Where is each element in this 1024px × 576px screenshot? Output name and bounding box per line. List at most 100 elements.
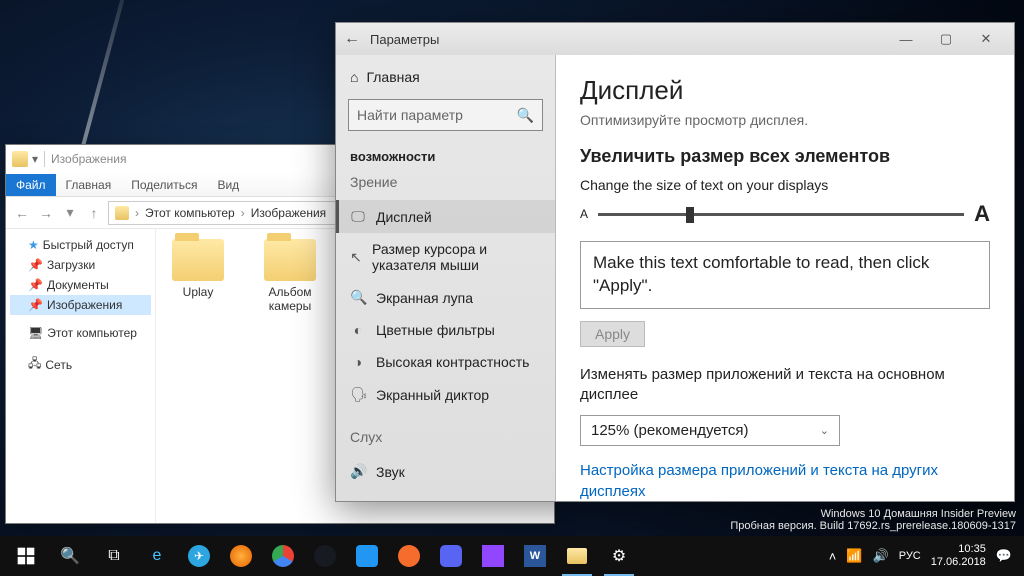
category-vision: Зрение	[336, 170, 555, 200]
search-placeholder: Найти параметр	[357, 107, 463, 123]
sidebar-pictures[interactable]: 📌Изображения	[10, 295, 151, 315]
taskbar-app-uplay[interactable]	[346, 536, 388, 576]
nav-back-icon[interactable]: ←	[12, 205, 32, 221]
windows-watermark: Windows 10 Домашняя Insider Preview Проб…	[730, 508, 1016, 532]
back-icon[interactable]: ←	[344, 30, 360, 48]
crumb-root[interactable]: Этот компьютер	[145, 206, 235, 220]
slider-thumb[interactable]	[686, 207, 694, 223]
nav-up-icon[interactable]: ↑	[84, 205, 104, 221]
scale-dropdown[interactable]: 125% (рекомендуется) ⌄	[580, 415, 840, 446]
edge-icon: e	[153, 547, 162, 565]
sidebar-this-pc[interactable]: 🖥Этот компьютер	[10, 323, 151, 343]
tab-share[interactable]: Поделиться	[121, 174, 207, 196]
monitor-icon: 🖵	[350, 208, 366, 225]
tray-up-icon[interactable]: ˄	[829, 549, 837, 564]
sidebar-home[interactable]: ⌂Главная	[336, 63, 555, 91]
taskbar-app-telegram[interactable]: ✈	[178, 536, 220, 576]
down-caret-icon[interactable]: ▾	[32, 152, 38, 166]
taskbar-app-settings[interactable]: ⚙	[598, 536, 640, 576]
taskbar-app-explorer[interactable]	[556, 536, 598, 576]
volume-icon[interactable]: 🔊	[873, 548, 889, 564]
search-icon: 🔍	[60, 546, 80, 566]
tab-view[interactable]: Вид	[207, 174, 249, 196]
pc-icon: 🖥	[28, 326, 43, 340]
apply-button[interactable]: Apply	[580, 321, 645, 347]
discord-icon	[440, 545, 462, 567]
network-icon: 🖧	[28, 354, 41, 375]
clock[interactable]: 10:35 17.06.2018	[931, 543, 986, 569]
chrome-icon	[272, 545, 294, 567]
scale-label: Изменять размер приложений и текста на о…	[580, 365, 990, 406]
sidebar-item-magnifier[interactable]: 🔍Экранная лупа	[336, 281, 555, 314]
word-icon: W	[524, 545, 546, 567]
close-button[interactable]: ✕	[966, 31, 1006, 47]
gear-icon: ⚙	[612, 546, 626, 566]
nav-down-icon[interactable]: ▾	[60, 204, 80, 221]
taskbar-app-chrome[interactable]	[262, 536, 304, 576]
other-displays-link[interactable]: Настройка размера приложений и текста на…	[580, 460, 990, 501]
sidebar-documents[interactable]: 📌Документы	[10, 275, 151, 295]
start-button[interactable]	[4, 536, 48, 576]
taskbar-app-twitch[interactable]	[472, 536, 514, 576]
firefox-icon	[230, 545, 252, 567]
search-input[interactable]: Найти параметр 🔍	[348, 99, 543, 131]
section-heading: Увеличить размер всех элементов	[580, 146, 990, 167]
tab-home[interactable]: Главная	[56, 174, 122, 196]
slider-track[interactable]	[598, 213, 964, 216]
sidebar-network[interactable]: 🖧Сеть	[10, 351, 151, 378]
network-icon[interactable]: 📶	[846, 548, 862, 564]
steam-icon	[314, 545, 336, 567]
search-button[interactable]: 🔍	[48, 536, 92, 576]
folder-icon	[567, 548, 587, 564]
category-hearing: Слух	[336, 425, 555, 455]
page-title: Дисплей	[580, 75, 990, 106]
language-indicator[interactable]: РУС	[899, 550, 921, 562]
window-title: Параметры	[370, 32, 439, 47]
taskbar-app-word[interactable]: W	[514, 536, 556, 576]
notifications-icon[interactable]: 💬	[996, 548, 1012, 564]
explorer-title: Изображения	[51, 152, 126, 166]
taskbar-app-steam[interactable]	[304, 536, 346, 576]
cursor-icon: ↖	[350, 249, 362, 266]
magnifier-icon: 🔍	[350, 289, 366, 306]
taskbar: 🔍 ⧉ e ✈ W ⚙ ˄ 📶 🔊 РУС 10:35 17.06.2018 💬	[0, 536, 1024, 576]
sidebar-downloads[interactable]: 📌Загрузки	[10, 255, 151, 275]
settings-window: ← Параметры — ▢ ✕ ⌂Главная Найти парамет…	[335, 22, 1015, 502]
star-icon: ★	[28, 238, 39, 252]
sidebar-item-narrator[interactable]: 🗣Экранный диктор	[336, 378, 555, 411]
folder-icon	[115, 206, 129, 220]
slider-min-label: A	[580, 207, 588, 221]
folder-item[interactable]: Uplay	[166, 239, 230, 313]
task-view-button[interactable]: ⧉	[92, 536, 136, 576]
pin-icon: 📌	[28, 258, 43, 272]
sidebar-quick-access[interactable]: ★Быстрый доступ	[10, 235, 151, 255]
slider-label: Change the size of text on your displays	[580, 177, 990, 193]
tab-file[interactable]: Файл	[6, 174, 56, 196]
crumb-current[interactable]: Изображения	[251, 206, 326, 220]
minimize-button[interactable]: —	[886, 32, 926, 47]
taskbar-app-firefox[interactable]	[220, 536, 262, 576]
sidebar-item-filters[interactable]: ◐Цветные фильтры	[336, 314, 555, 346]
task-view-icon: ⧉	[108, 547, 119, 565]
slider-max-label: A	[974, 201, 990, 227]
sidebar-item-sound[interactable]: 🔊Звук	[336, 455, 555, 488]
taskbar-app-origin[interactable]	[388, 536, 430, 576]
sidebar-item-cursor[interactable]: ↖Размер курсора и указателя мыши	[336, 233, 555, 281]
search-icon: 🔍	[517, 107, 534, 124]
text-size-slider[interactable]: A A	[580, 201, 990, 227]
contrast-icon: ◑	[350, 354, 366, 370]
maximize-button[interactable]: ▢	[926, 31, 966, 47]
uplay-icon	[356, 545, 378, 567]
origin-icon	[398, 545, 420, 567]
sidebar-item-contrast[interactable]: ◑Высокая контрастность	[336, 346, 555, 378]
nav-fwd-icon[interactable]: →	[36, 205, 56, 221]
taskbar-app-discord[interactable]	[430, 536, 472, 576]
section-header: возможности	[336, 139, 555, 170]
sidebar-item-display[interactable]: 🖵Дисплей	[336, 200, 555, 233]
settings-titlebar[interactable]: ← Параметры — ▢ ✕	[336, 23, 1014, 55]
folder-item[interactable]: Альбом камеры	[258, 239, 322, 313]
folder-icon	[172, 239, 224, 281]
pin-icon: 📌	[28, 298, 43, 312]
explorer-sidebar: ★Быстрый доступ 📌Загрузки 📌Документы 📌Из…	[6, 229, 156, 523]
taskbar-app-edge[interactable]: e	[136, 536, 178, 576]
